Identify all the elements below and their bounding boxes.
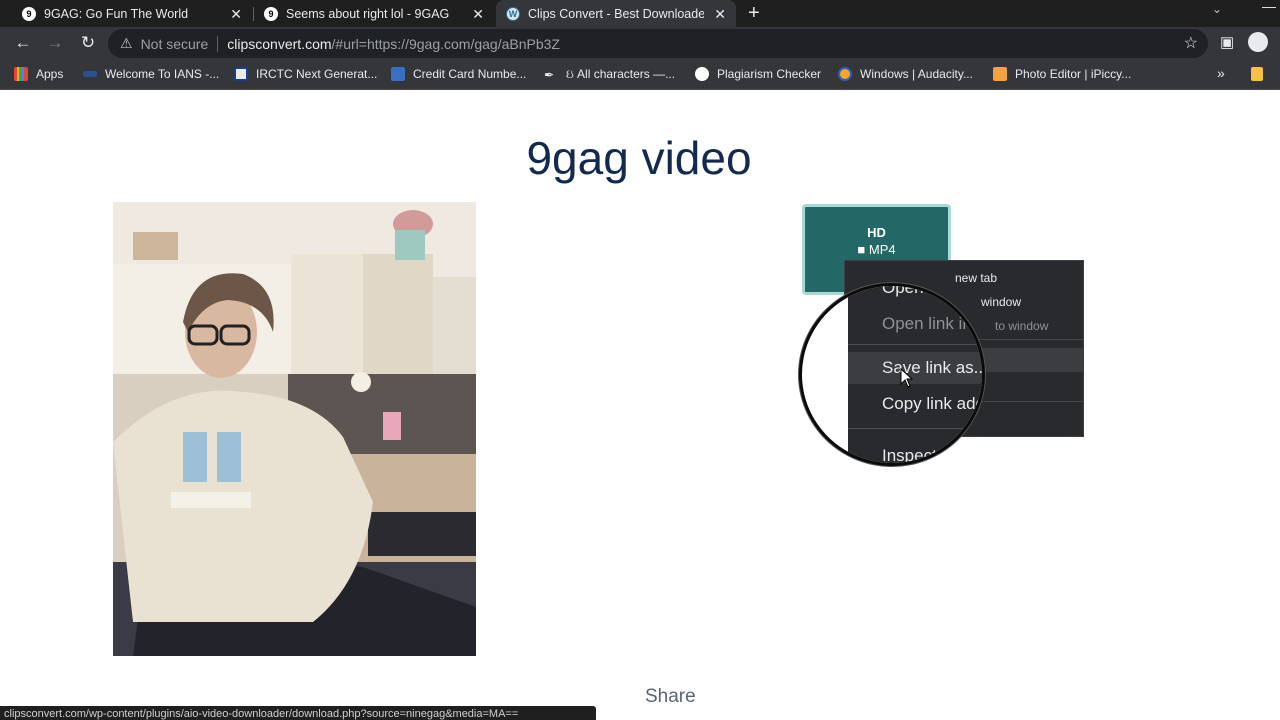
format-row: ■ MP4 [805,242,948,257]
bookmark-ians[interactable]: Welcome To IANS -... [83,67,219,81]
omnibox-divider [217,35,219,52]
card-icon [391,67,405,81]
magnified-open-link-incognito: Open link in [882,314,972,333]
photo-editor-icon [993,67,1007,81]
security-label[interactable]: Not secure [141,36,209,52]
video-preview[interactable] [113,202,476,656]
reload-icon[interactable]: ↻ [78,33,98,53]
bookmark-star-icon[interactable]: ☆ [1184,33,1198,53]
forward-arrow-icon[interactable]: → [45,33,65,53]
menu-divider [848,428,982,429]
magnified-open-link-new-tab[interactable]: Open li [882,286,936,298]
bookmark-label: Plagiarism Checker [717,67,822,81]
tab-title: 9GAG: Go Fun The World [44,6,189,21]
magnifier-lens: Open li Open link in Save link as... Cop… [799,283,985,466]
irctc-icon [234,67,248,81]
menu-divider [848,344,982,345]
warning-triangle-icon: ⚠ [120,35,133,51]
tab-9gag-home[interactable]: 9 9GAG: Go Fun The World ✕ [12,0,252,27]
close-icon[interactable]: ✕ [714,6,726,23]
tab-clips-convert[interactable]: W Clips Convert - Best Downloader ✕ [496,0,736,27]
bookmark-apps[interactable]: Apps [14,67,63,81]
back-arrow-icon[interactable]: ← [13,33,33,53]
url-path: /#url=https://9gag.com/gag/aBnPb3Z [331,35,560,52]
9gag-icon: 9 [22,6,36,21]
more-bookmarks-chevron-icon[interactable]: » [1217,65,1225,81]
video-camera-icon: ■ [857,242,866,257]
context-menu-open-new-window[interactable]: window [981,295,1021,309]
folder-icon[interactable] [1251,67,1263,81]
bookmark-label: Apps [36,67,64,81]
magnified-save-link-as[interactable]: Save link as... [882,358,982,378]
page-content: 9gag video HD ■ MP4 new tab window to wi… [2,91,1276,720]
bookmark-label: ઇ All characters —... [566,67,676,81]
9gag-icon: 9 [264,6,278,21]
share-label[interactable]: Share [645,686,696,708]
minimize-icon[interactable]: — [1262,0,1276,14]
address-bar[interactable]: ⚠ Not secure clipsconvert.com /#url=http… [108,29,1208,58]
format-label: MP4 [868,242,896,257]
new-tab-plus-icon[interactable]: + [748,2,760,25]
bookmark-irctc[interactable]: IRCTC Next Generat... [234,67,377,81]
bookmark-label: Credit Card Numbe... [413,67,527,81]
context-menu-open-incognito: to window [995,319,1049,333]
page-title: 9gag video [526,132,752,184]
link-status-bar: clipsconvert.com/wp-content/plugins/aio-… [0,706,596,720]
magnified-inspect[interactable]: Inspect [882,446,937,463]
tab-9gag-post[interactable]: 9 Seems about right lol - 9GAG ✕ [254,0,494,27]
tab-strip: 9 9GAG: Go Fun The World ✕ 9 Seems about… [0,0,1280,27]
context-menu-open-new-tab[interactable]: new tab [955,271,997,285]
tab-title: Clips Convert - Best Downloader [528,6,704,21]
side-panel-icon[interactable]: ▣ [1220,33,1234,51]
bookmarks-bar: Apps Welcome To IANS -... IRCTC Next Gen… [0,60,1280,90]
bookmark-all-characters[interactable]: ✒ ઇ All characters —... [544,67,675,82]
bookmark-photo-editor[interactable]: Photo Editor | iPiccy... [993,67,1131,81]
ians-icon [83,71,97,77]
url-host: clipsconvert.com [227,35,332,52]
bookmark-label: Photo Editor | iPiccy... [1015,67,1132,81]
audacity-icon [838,67,852,81]
bookmark-credit-card[interactable]: Credit Card Numbe... [391,67,526,81]
quality-label: HD [867,225,886,240]
browser-toolbar: ← → ↻ ⚠ Not secure clipsconvert.com /#ur… [0,27,1280,60]
bookmark-audacity[interactable]: Windows | Audacity... [838,67,973,81]
incognito-profile-icon[interactable] [1248,32,1268,52]
bookmark-label: Welcome To IANS -... [105,67,220,81]
sst-icon [695,67,709,81]
bookmark-plagiarism[interactable]: Plagiarism Checker [695,67,821,81]
character-icon: ✒ [544,67,555,82]
apps-grid-icon [14,67,28,81]
close-icon[interactable]: ✕ [230,6,242,23]
bookmark-label: IRCTC Next Generat... [256,67,378,81]
close-icon[interactable]: ✕ [472,6,484,23]
tab-search-chevron-icon[interactable]: ⌄ [1212,2,1222,16]
magnified-copy-link-address[interactable]: Copy link add [882,394,982,414]
video-frame-illustration [113,202,476,656]
bookmark-label: Windows | Audacity... [860,67,973,81]
wordpress-icon: W [506,6,520,21]
mouse-pointer-icon [900,368,914,388]
tab-title: Seems about right lol - 9GAG [286,6,450,21]
